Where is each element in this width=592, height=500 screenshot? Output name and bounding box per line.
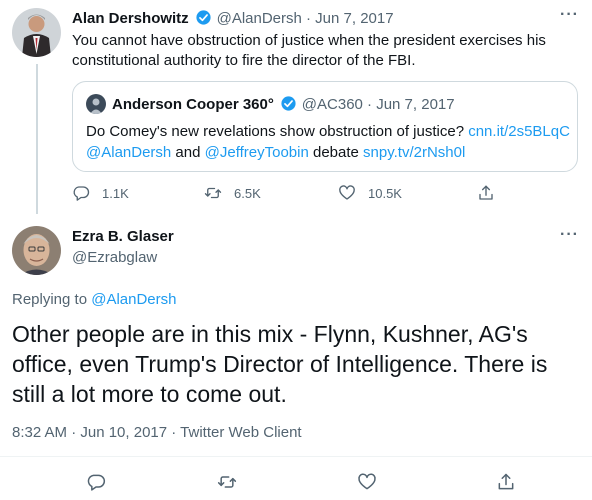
share-icon	[479, 185, 493, 200]
parent-text-line: constitutional authority to fire the dir…	[72, 52, 416, 69]
main-author-name[interactable]: Ezra B. Glaser	[72, 228, 174, 245]
quoted-text-mid: and	[171, 144, 205, 161]
reply-count: 1.1K	[102, 185, 129, 201]
like-count: 10.5K	[368, 185, 402, 201]
more-icon[interactable]: ···	[560, 6, 579, 24]
avatar-alan-dershowitz[interactable]	[12, 8, 61, 57]
main-handle[interactable]: @Ezrabglaw	[72, 249, 157, 266]
mention-jeffreytoobin[interactable]: @JeffreyToobin	[205, 144, 309, 161]
main-text-line: still a lot more to come out.	[12, 381, 287, 407]
share-button[interactable]	[496, 472, 516, 492]
quoted-link-cnn[interactable]: cnn.it/2s5BLqC	[468, 123, 570, 140]
like-button[interactable]	[357, 472, 377, 492]
reply-icon	[73, 186, 90, 201]
quoted-text-prefix: Do Comey's new revelations show obstruct…	[86, 123, 469, 140]
mention-alandersh[interactable]: @AlanDersh	[86, 144, 171, 161]
like-button[interactable]: 10.5K	[338, 184, 402, 202]
quoted-text-mid2: debate	[308, 144, 364, 161]
replying-prefix: Replying to	[12, 291, 92, 308]
parent-handle-date[interactable]: @AlanDersh · Jun 7, 2017	[217, 10, 394, 27]
reply-button[interactable]: 1.1K	[72, 184, 129, 202]
share-button[interactable]	[477, 184, 495, 202]
divider	[0, 456, 592, 457]
thread-connector-line	[36, 64, 38, 214]
parent-tweet-header: Alan Dershowitz @AlanDersh · Jun 7, 2017	[72, 9, 394, 28]
quoted-author-name: Anderson Cooper 360°	[112, 96, 274, 113]
avatar-ezra-glaser[interactable]	[12, 226, 61, 275]
parent-author-name[interactable]: Alan Dershowitz	[72, 10, 189, 27]
verified-icon	[196, 10, 211, 25]
retweet-button[interactable]: 6.5K	[204, 184, 261, 202]
quoted-text-line-1: Do Comey's new revelations show obstruct…	[86, 121, 570, 142]
retweet-button[interactable]	[217, 472, 237, 492]
parent-text-line: You cannot have obstruction of justice w…	[72, 32, 546, 49]
quoted-tweet-text: Do Comey's new revelations show obstruct…	[86, 121, 570, 163]
more-icon[interactable]: ···	[560, 226, 579, 244]
retweet-count: 6.5K	[234, 185, 261, 201]
reply-button[interactable]	[86, 472, 106, 492]
verified-icon	[281, 96, 296, 111]
main-text-line: Other people are in this mix - Flynn, Ku…	[12, 321, 528, 347]
avatar-ac360	[86, 94, 106, 114]
main-text-line: office, even Trump's Director of Intelli…	[12, 351, 548, 377]
quoted-handle-date: @AC360 · Jun 7, 2017	[301, 96, 455, 113]
quoted-text-line-2: @AlanDersh and @JeffreyToobin debate snp…	[86, 142, 570, 163]
retweet-icon	[217, 476, 237, 488]
replying-mention[interactable]: @AlanDersh	[91, 291, 176, 308]
reply-icon	[87, 474, 106, 491]
like-icon	[358, 473, 376, 490]
replying-to: Replying to @AlanDersh	[12, 291, 176, 308]
share-icon	[498, 473, 514, 490]
quoted-tweet-header: Anderson Cooper 360° @AC360 · Jun 7, 201…	[112, 95, 455, 114]
retweet-icon	[204, 187, 222, 199]
parent-tweet-text: You cannot have obstruction of justice w…	[72, 31, 546, 71]
like-icon	[339, 185, 355, 200]
tweet-meta[interactable]: 8:32 AM · Jun 10, 2017 · Twitter Web Cli…	[12, 424, 302, 441]
quoted-link-snpy[interactable]: snpy.tv/2rNsh0l	[363, 144, 465, 161]
main-tweet-text: Other people are in this mix - Flynn, Ku…	[12, 319, 547, 409]
